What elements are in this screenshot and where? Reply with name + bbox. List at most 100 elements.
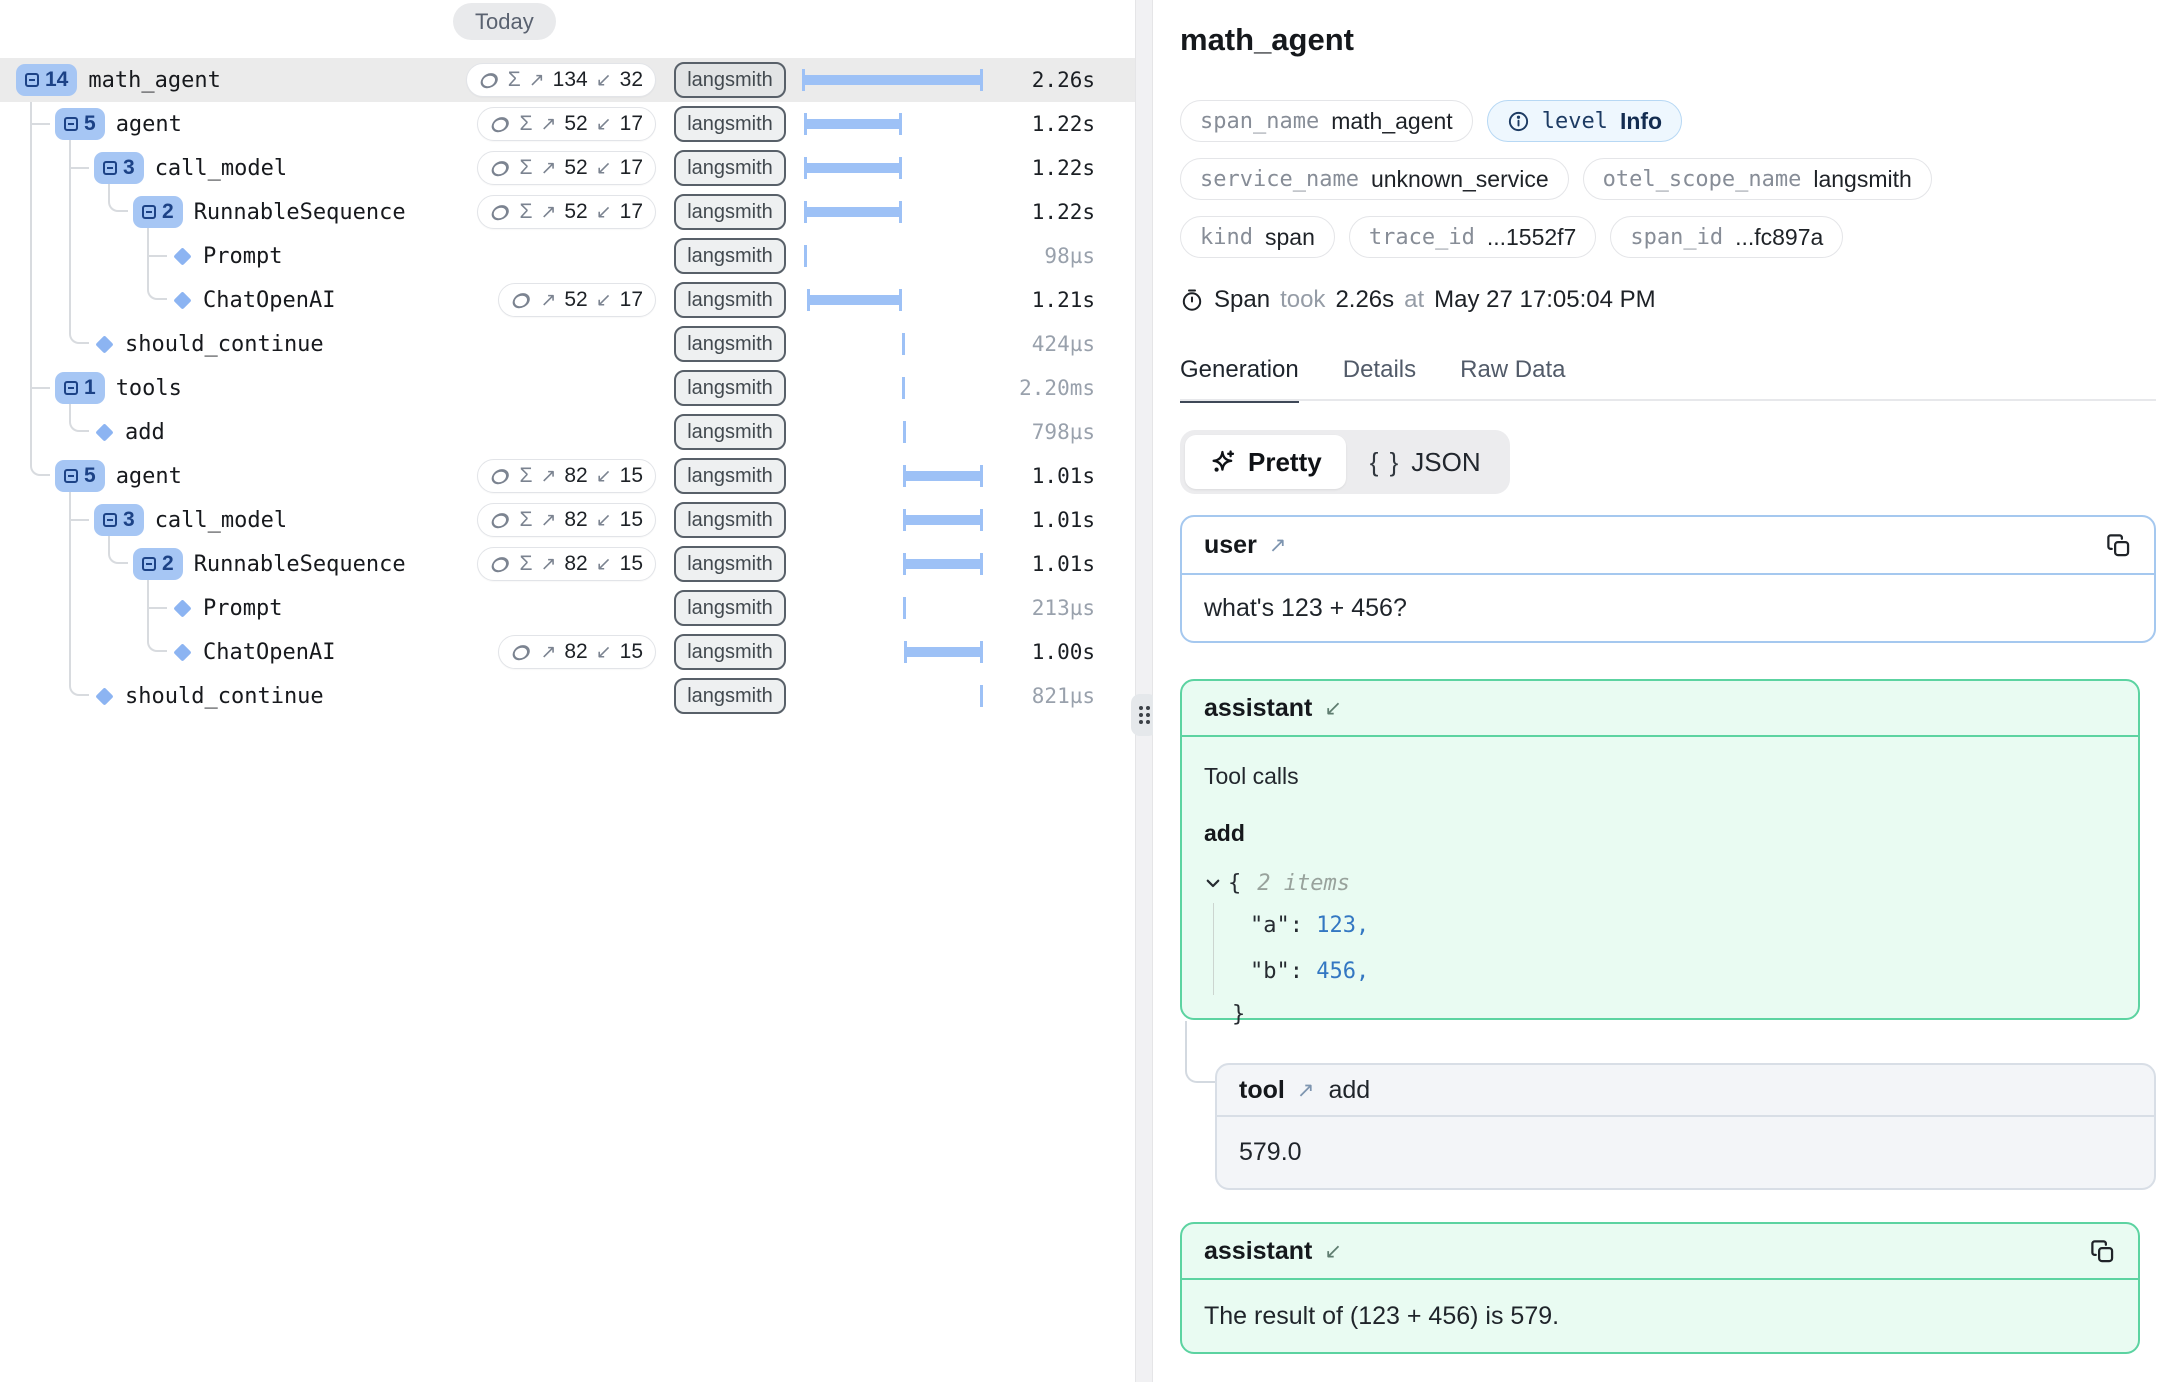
collapse-count-badge[interactable]: 14: [16, 64, 77, 96]
output-arrow-icon: ↙: [596, 201, 612, 224]
langsmith-tag[interactable]: langsmith: [674, 502, 786, 538]
assistant-answer-card: assistant ↙ The result of (123 + 456) is…: [1180, 1222, 2140, 1354]
span-tree-row[interactable]: 5 agent Σ↗52↙17 langsmith 1.22s: [0, 102, 1135, 146]
span-tree-row[interactable]: 2RunnableSequenceΣ↗82↙15langsmith1.01s: [0, 542, 1135, 586]
span-tree-row[interactable]: 5agentΣ↗82↙15langsmith1.01s: [0, 454, 1135, 498]
span-tree-row[interactable]: 2 RunnableSequence Σ↗52↙17 langsmith 1.22s: [0, 190, 1135, 234]
span-name-label: tools: [116, 376, 182, 401]
assistant-toolcall-header: assistant ↙: [1182, 681, 2138, 737]
langsmith-tag[interactable]: langsmith: [674, 414, 786, 450]
tool-result-header: tool ↗ add: [1217, 1065, 2154, 1117]
span-duration: 1.22s: [1032, 190, 1095, 234]
collapse-minus-icon: [103, 161, 117, 175]
input-arrow-icon: ↗: [540, 157, 556, 180]
copy-button[interactable]: [2089, 1238, 2116, 1265]
span-tree-row[interactable]: 3call_modelΣ↗82↙15langsmith1.01s: [0, 498, 1135, 542]
collapse-count-badge[interactable]: 5: [55, 460, 105, 492]
collapse-count-badge[interactable]: 2: [133, 548, 183, 580]
trace-viewer-screen: Today 14math_agentΣ↗134↙32langsmith2.26s…: [0, 0, 2172, 1382]
collapse-count-badge[interactable]: 3: [94, 152, 144, 184]
tab-details[interactable]: Details: [1343, 356, 1416, 403]
tab-generation[interactable]: Generation: [1180, 356, 1299, 403]
input-arrow-icon: ↗: [540, 553, 556, 576]
input-arrow-icon: ↗: [540, 465, 556, 488]
user-message-content: what's 123 + 456?: [1182, 575, 2154, 641]
output-arrow-icon: ↙: [596, 157, 612, 180]
span-tree-row[interactable]: should_continuelangsmith821µs: [0, 674, 1135, 718]
langsmith-tag[interactable]: langsmith: [674, 678, 786, 714]
drag-dots-icon: [1139, 706, 1150, 724]
span-tree-row[interactable]: 3call_modelΣ↗52↙17langsmith1.22s: [0, 146, 1135, 190]
duration-gantt: [802, 542, 983, 586]
token-usage-badge: Σ↗52↙17: [477, 151, 656, 185]
langsmith-tag[interactable]: langsmith: [674, 370, 786, 406]
attribute-pill-otel_scope_name: otel_scope_namelangsmith: [1583, 158, 1932, 200]
span-duration: 1.22s: [1032, 102, 1095, 146]
tool-result-content: 579.0: [1217, 1117, 2154, 1188]
sparkle-icon: [1209, 448, 1237, 476]
input-arrow-icon: ↗: [540, 641, 556, 664]
langsmith-tag[interactable]: langsmith: [674, 194, 786, 230]
collapse-count-badge[interactable]: 3: [94, 504, 144, 536]
langsmith-tag[interactable]: langsmith: [674, 634, 786, 670]
span-name-label: RunnableSequence: [194, 200, 406, 225]
span-tree-row[interactable]: ChatOpenAI↗82↙15langsmith1.00s: [0, 630, 1135, 674]
span-name-label: agent: [116, 464, 182, 489]
collapse-count-badge[interactable]: 1: [55, 372, 105, 404]
tab-raw-data[interactable]: Raw Data: [1460, 356, 1565, 403]
langsmith-tag[interactable]: langsmith: [674, 150, 786, 186]
collapse-minus-icon: [64, 469, 78, 483]
span-tree-row[interactable]: Promptlangsmith213µs: [0, 586, 1135, 630]
output-arrow-icon: ↙: [596, 465, 612, 488]
langsmith-tag[interactable]: langsmith: [674, 106, 786, 142]
chevron-down-icon[interactable]: [1204, 874, 1222, 892]
span-tree-row[interactable]: should_continuelangsmith424µs: [0, 322, 1135, 366]
collapse-count-badge[interactable]: 2: [133, 196, 183, 228]
attribute-pill-row: span_namemath_agentlevelInfo: [1180, 100, 1682, 142]
sigma-icon: Σ: [508, 68, 521, 92]
assistant-answer-header: assistant ↙: [1182, 1224, 2138, 1280]
today-badge[interactable]: Today: [453, 3, 556, 40]
trace-tree-panel: Today 14math_agentΣ↗134↙32langsmith2.26s…: [0, 0, 1135, 1382]
langsmith-tag[interactable]: langsmith: [674, 282, 786, 318]
copy-button[interactable]: [2105, 532, 2132, 559]
input-arrow-icon: ↗: [540, 113, 556, 136]
coin-icon: [490, 158, 511, 179]
span-tree-row[interactable]: 1toolslangsmith2.20ms: [0, 366, 1135, 410]
langsmith-tag[interactable]: langsmith: [674, 326, 786, 362]
output-arrow-icon: ↙: [596, 509, 612, 532]
span-tree-row[interactable]: Promptlangsmith98µs: [0, 234, 1135, 278]
role-label: tool: [1239, 1076, 1285, 1105]
token-usage-badge: Σ↗52↙17: [477, 195, 656, 229]
collapse-count-badge[interactable]: 5: [55, 108, 105, 140]
langsmith-tag[interactable]: langsmith: [674, 590, 786, 626]
langsmith-tag[interactable]: langsmith: [674, 546, 786, 582]
duration-gantt: [802, 102, 983, 146]
span-tree-row[interactable]: 14math_agentΣ↗134↙32langsmith2.26s: [0, 58, 1135, 102]
tool-result-card: tool ↗ add 579.0: [1215, 1063, 2156, 1190]
coin-icon: [490, 510, 511, 531]
span-duration: 798µs: [1032, 410, 1095, 454]
json-toggle-button[interactable]: { } JSON: [1346, 435, 1505, 489]
span-name-label: agent: [116, 112, 182, 137]
input-arrow-icon: ↗: [529, 69, 545, 92]
duration-gantt: [802, 58, 983, 102]
collapse-minus-icon: [64, 117, 78, 131]
pretty-toggle-button[interactable]: Pretty: [1185, 435, 1346, 489]
token-usage-badge: Σ↗82↙15: [477, 459, 656, 493]
assistant-toolcall-card: assistant ↙ Tool calls add { 2 items "a"…: [1180, 679, 2140, 1020]
span-tree-row[interactable]: addlangsmith798µs: [0, 410, 1135, 454]
input-arrow-icon: ↗: [540, 289, 556, 312]
duration-gantt: [802, 146, 983, 190]
langsmith-tag[interactable]: langsmith: [674, 458, 786, 494]
sigma-icon: Σ: [519, 156, 532, 180]
langsmith-tag[interactable]: langsmith: [674, 62, 786, 98]
span-tree-row[interactable]: ChatOpenAI↗52↙17langsmith1.21s: [0, 278, 1135, 322]
token-usage-badge: Σ↗52↙17: [477, 107, 656, 141]
span-name-label: ChatOpenAI: [203, 288, 335, 313]
output-arrow-icon: ↙: [596, 641, 612, 664]
attribute-pill-service_name: service_nameunknown_service: [1180, 158, 1569, 200]
span-name-label: ChatOpenAI: [203, 640, 335, 665]
user-message-card: user ↗ what's 123 + 456?: [1180, 515, 2156, 643]
langsmith-tag[interactable]: langsmith: [674, 238, 786, 274]
